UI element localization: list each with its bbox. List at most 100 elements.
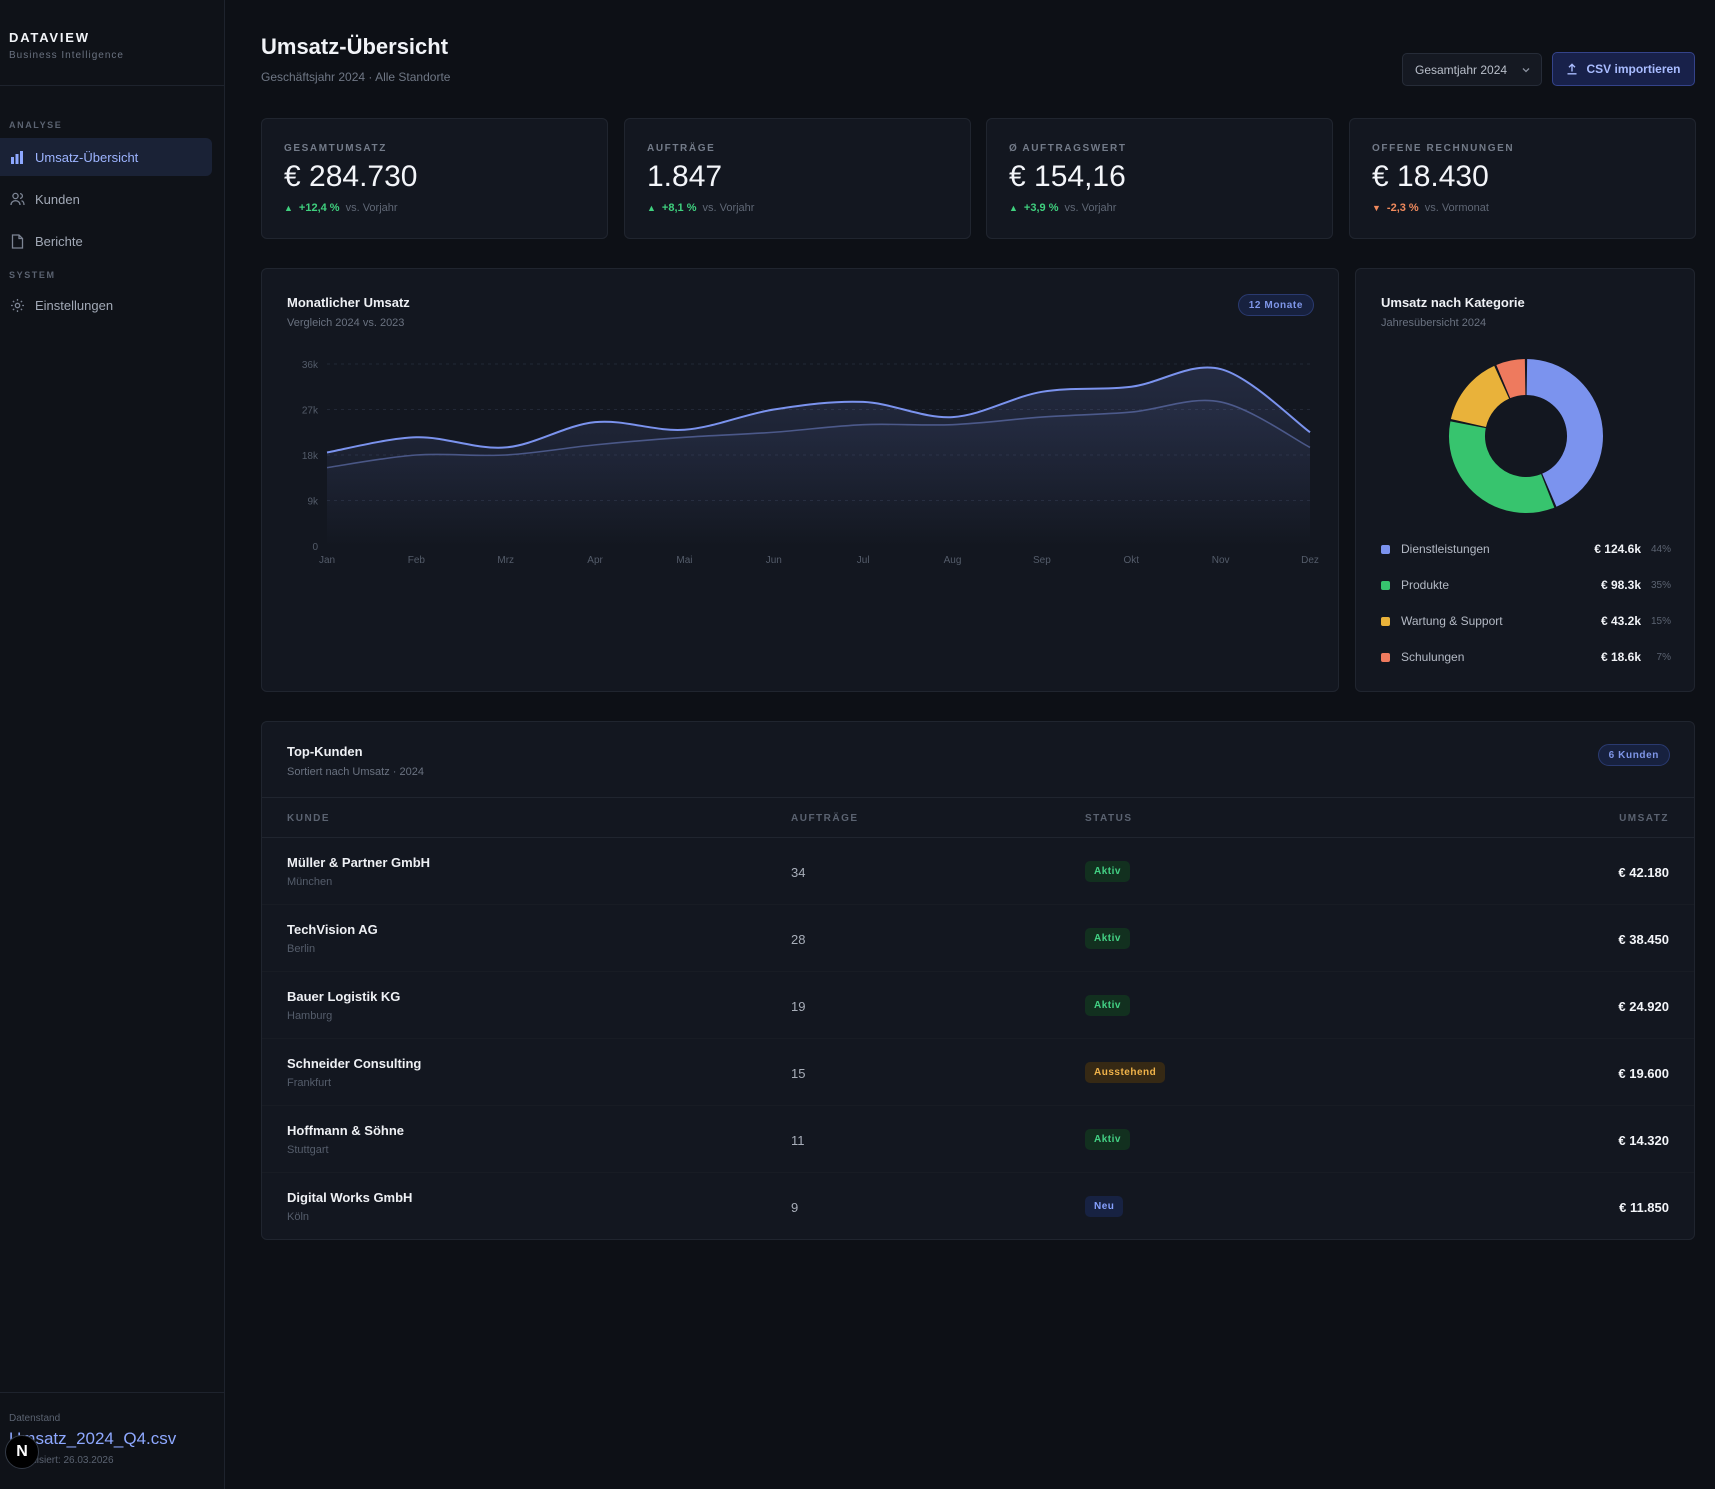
sidebar-item-label: Berichte: [35, 233, 83, 249]
data-updated: Aktualisiert: 26.03.2026: [9, 1455, 114, 1466]
customer-name: Digital Works GmbH: [287, 1190, 413, 1205]
table-row[interactable]: TechVision AG Berlin 28 Aktiv € 38.450: [262, 905, 1694, 972]
customer-city: Stuttgart: [287, 1144, 329, 1156]
customer-city: Köln: [287, 1211, 310, 1223]
kpi-label: GESAMTUMSATZ: [284, 143, 387, 154]
table-row[interactable]: Bauer Logistik KG Hamburg 19 Aktiv € 24.…: [262, 972, 1694, 1039]
kpi-label: AUFTRÄGE: [647, 143, 716, 154]
legend-item-schulungen: Schulungen € 18.6k 7%: [1381, 649, 1671, 665]
legend-name: Wartung & Support: [1401, 614, 1503, 628]
y-tick-label: 9k: [307, 497, 319, 508]
x-tick-label: Okt: [1123, 555, 1139, 566]
revenue-chart-card: 36k 27k 18k 9k 0 Jan Feb Mrz Apr Mai Jun Jul Aug Sep O…: [261, 268, 1339, 692]
chevron-down-icon: [1521, 64, 1531, 78]
sidebar-item-label: Kunden: [35, 191, 80, 207]
kpi-delta-value: +12,4 %: [298, 202, 340, 214]
customer-name: Bauer Logistik KG: [287, 989, 401, 1004]
legend-item-wartung-support: Wartung & Support € 43.2k 15%: [1381, 613, 1671, 629]
legend-item-dienstleistungen: Dienstleistungen € 124.6k 44%: [1381, 541, 1671, 557]
table-row[interactable]: Schneider Consulting Frankfurt 15 Ausste…: [262, 1039, 1694, 1106]
column-header-status[interactable]: STATUS: [1085, 813, 1133, 824]
csv-import-label: CSV importieren: [1586, 62, 1681, 76]
kpi-card-gesamtumsatz: GESAMTUMSATZ € 284.730 ▲ +12,4 % vs. Vor…: [261, 118, 608, 239]
legend-item-produkte: Produkte € 98.3k 35%: [1381, 577, 1671, 593]
period-select[interactable]: Gesamtjahr 2024: [1402, 53, 1542, 86]
kpi-delta: ▲ +3,9 % vs. Vorjahr: [1009, 202, 1310, 214]
upload-icon: [1566, 63, 1578, 75]
status-badge: Aktiv: [1085, 995, 1130, 1016]
category-chart-card: Umsatz nach Kategorie Jahresübersicht 20…: [1355, 268, 1695, 692]
bar-chart-icon: [9, 149, 25, 165]
kpi-delta-value: -2,3 %: [1386, 202, 1419, 214]
csv-import-button[interactable]: CSV importieren: [1552, 52, 1695, 86]
period-select-value: Gesamtjahr 2024: [1415, 62, 1508, 77]
table-header: Top-Kunden Sortiert nach Umsatz · 2024 6…: [262, 722, 1694, 798]
x-tick-label: Mrz: [497, 555, 514, 566]
table-row[interactable]: Hoffmann & Söhne Stuttgart 11 Aktiv € 14…: [262, 1106, 1694, 1173]
kpi-value: € 284.730: [284, 160, 418, 193]
kpi-compare: vs. Vormonat: [1424, 202, 1489, 214]
legend-pct: 44%: [1650, 543, 1671, 555]
kpi-delta-value: +8,1 %: [661, 202, 697, 214]
column-header-umsatz[interactable]: UMSATZ: [1619, 813, 1669, 824]
kpi-card-offene-rechnungen: OFFENE RECHNUNGEN € 18.430 ▼ -2,3 % vs. …: [1349, 118, 1696, 239]
kpi-compare: vs. Vorjahr: [1064, 202, 1117, 214]
sidebar-item-kunden[interactable]: Kunden: [0, 180, 212, 218]
kpi-card-auftragswert: Ø AUFTRAGSWERT € 154,16 ▲ +3,9 % vs. Vor…: [986, 118, 1333, 239]
table-column-headers: KUNDE AUFTRÄGE STATUS UMSATZ: [262, 798, 1694, 838]
sidebar-item-einstellungen[interactable]: Einstellungen: [0, 286, 212, 324]
trend-up-icon: ▲: [1009, 203, 1018, 213]
kpi-compare: vs. Vorjahr: [702, 202, 755, 214]
legend-name: Schulungen: [1401, 650, 1465, 664]
kpi-compare: vs. Vorjahr: [345, 202, 398, 214]
revenue-line-chart: 36k 27k 18k 9k 0Jan Feb Mrz Apr Mai Jun Jul Aug Sep O…: [302, 360, 1319, 566]
customer-revenue: € 11.850: [1619, 1200, 1669, 1215]
sidebar-item-label: Einstellungen: [35, 297, 114, 313]
users-icon: [9, 191, 25, 207]
kpi-value: € 18.430: [1372, 160, 1489, 193]
legend-swatch: [1381, 652, 1390, 662]
legend-swatch: [1381, 544, 1390, 554]
kpi-delta-value: +3,9 %: [1023, 202, 1059, 214]
nav-section-analyse: ANALYSE: [9, 120, 63, 130]
kpi-label: Ø AUFTRAGSWERT: [1009, 143, 1127, 154]
customer-revenue: € 24.920: [1618, 999, 1669, 1014]
table-row[interactable]: Müller & Partner GmbH München 34 Aktiv €…: [262, 838, 1694, 905]
overlay-badge[interactable]: N: [5, 1435, 39, 1469]
legend-value: € 18.6k: [1600, 650, 1641, 664]
donut-slice: [1496, 359, 1527, 399]
period-badge: 12 Monate: [1237, 294, 1314, 316]
customer-city: Hamburg: [287, 1010, 333, 1022]
column-header-auftraege[interactable]: AUFTRÄGE: [791, 813, 859, 824]
customer-name: Schneider Consulting: [287, 1056, 422, 1071]
table-row[interactable]: Digital Works GmbH Köln 9 Neu € 11.850: [262, 1173, 1694, 1240]
revenue-chart-subtitle: Vergleich 2024 vs. 2023: [287, 317, 405, 329]
sidebar-item-berichte[interactable]: Berichte: [0, 222, 212, 260]
page-title: Umsatz-Übersicht: [261, 34, 449, 59]
nav-section-system: SYSTEM: [9, 270, 56, 280]
category-chart-title: Umsatz nach Kategorie: [1381, 295, 1525, 310]
trend-up-icon: ▲: [284, 203, 293, 213]
legend-swatch: [1381, 580, 1390, 590]
status-badge: Aktiv: [1085, 861, 1130, 882]
data-file-link[interactable]: Umsatz_2024_Q4.csv: [9, 1429, 216, 1449]
y-tick-label: 27k: [302, 406, 319, 417]
donut-slice: [1525, 359, 1603, 507]
kpi-value: 1.847: [647, 160, 723, 193]
brand-subtitle: Business Intelligence: [9, 50, 124, 61]
legend-pct: 7%: [1656, 651, 1671, 663]
top-customers-card: Top-Kunden Sortiert nach Umsatz · 2024 6…: [261, 721, 1695, 1240]
sidebar-item-umsatz-uebersicht[interactable]: Umsatz-Übersicht: [0, 138, 212, 176]
trend-down-icon: ▼: [1372, 203, 1381, 213]
status-badge: Aktiv: [1085, 928, 1130, 949]
y-tick-label: 36k: [302, 360, 319, 371]
column-header-kunde[interactable]: KUNDE: [287, 813, 330, 824]
category-donut-chart: [1449, 359, 1603, 513]
page-subtitle: Geschäftsjahr 2024 · Alle Standorte: [261, 70, 451, 84]
donut-slice: [1450, 365, 1510, 428]
legend-pct: 35%: [1650, 579, 1671, 591]
kpi-delta: ▲ +8,1 % vs. Vorjahr: [647, 202, 948, 214]
customer-orders: 11: [791, 1133, 805, 1148]
status-badge: Neu: [1085, 1196, 1124, 1217]
customers-subtitle: Sortiert nach Umsatz · 2024: [287, 766, 424, 778]
